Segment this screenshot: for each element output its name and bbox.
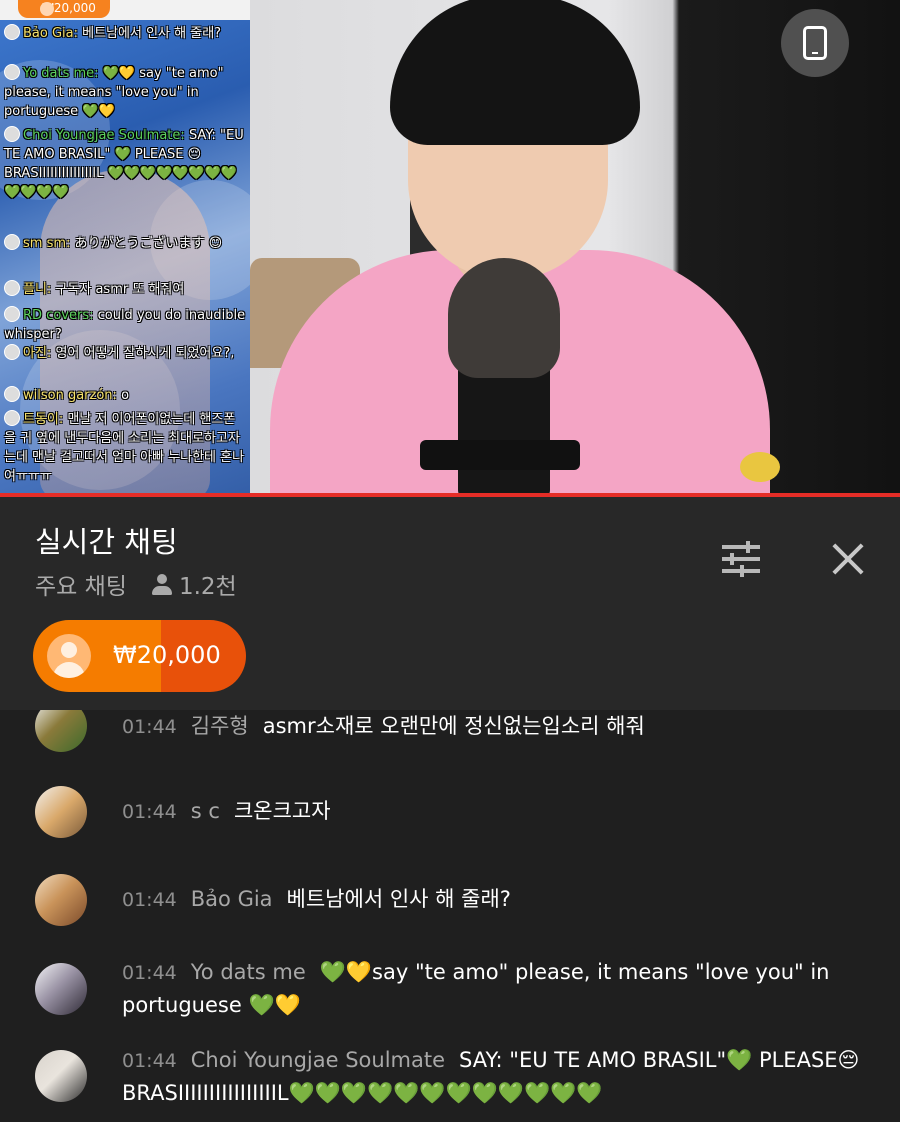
message-author[interactable]: Yo dats me bbox=[191, 960, 306, 984]
message-author[interactable]: Choi Youngjae Soulmate bbox=[191, 1048, 445, 1072]
chat-message-list[interactable]: 01:44 김주형 asmr소재로 오랜만에 정신없는입소리 해줘 01:44 s c… bbox=[0, 710, 900, 1122]
overlay-donation-bar: ₩20,000 bbox=[0, 0, 250, 20]
message-author[interactable]: s c bbox=[191, 799, 220, 823]
overlay-message: 아진: 영어 어떻게 잘하시게 되었어요?, bbox=[4, 344, 246, 363]
avatar[interactable] bbox=[35, 874, 87, 926]
chat-mode-label: 주요 채팅 bbox=[35, 574, 127, 600]
live-chat-title: 실시간 채팅 bbox=[35, 525, 178, 559]
live-chat-header: 실시간 채팅 주요 채팅 1.2천 ₩20,000 bbox=[0, 497, 900, 710]
chat-mode-selector[interactable]: 주요 채팅 1.2천 bbox=[35, 567, 237, 601]
overlay-message: Choi Youngjae Soulmate: SAY: "EU TE AMO … bbox=[4, 126, 244, 200]
avatar[interactable] bbox=[35, 1050, 87, 1102]
superchat-amount: ₩20,000 bbox=[113, 641, 221, 669]
overlay-message: 트동이: 맨날 저 이어폰이없는데 핸즈폰을 귀 옆에 낸두다음에 소리는 최대… bbox=[4, 410, 245, 484]
message-text: 베트남에서 인사 해 줄래? bbox=[286, 887, 511, 911]
viewer-icon bbox=[151, 573, 173, 595]
avatar[interactable] bbox=[35, 786, 87, 838]
rotate-phone-icon bbox=[803, 26, 827, 60]
avatar[interactable] bbox=[35, 963, 87, 1015]
close-icon[interactable] bbox=[826, 537, 870, 581]
video-overlay-chat: ₩20,000 Bảo Gia: 베트남에서 인사 해 줄래? Yo dats … bbox=[0, 0, 250, 493]
message-time: 01:44 bbox=[122, 716, 177, 738]
avatar[interactable] bbox=[35, 710, 87, 752]
message-text: 크온크고자 bbox=[233, 799, 331, 823]
overlay-message: sm sm: ありがとうございます 😊 bbox=[4, 234, 246, 253]
overlay-message: RD covers: could you do inaudible whispe… bbox=[4, 306, 246, 342]
message-time: 01:44 bbox=[122, 889, 177, 911]
overlay-donation-pill: ₩20,000 bbox=[18, 0, 110, 18]
message-time: 01:44 bbox=[122, 801, 177, 823]
message-author[interactable]: 김주형 bbox=[191, 714, 249, 738]
message-time: 01:44 bbox=[122, 1050, 177, 1072]
superchat-ticker[interactable]: ₩20,000 bbox=[33, 620, 246, 692]
viewer-count: 1.2천 bbox=[178, 574, 237, 600]
avatar bbox=[47, 634, 91, 678]
video-player[interactable]: ₩20,000 Bảo Gia: 베트남에서 인사 해 줄래? Yo dats … bbox=[0, 0, 900, 493]
overlay-message: wilson garzón: o bbox=[4, 386, 246, 405]
message-time: 01:44 bbox=[122, 962, 177, 984]
overlay-message: Bảo Gia: 베트남에서 인사 해 줄래? bbox=[4, 24, 246, 43]
message-author[interactable]: Bảo Gia bbox=[191, 887, 273, 911]
rotate-screen-button[interactable] bbox=[781, 9, 849, 77]
overlay-message: Yo dats me: 💚💛 say "te amo" please, it m… bbox=[4, 64, 224, 119]
message-text: asmr소재로 오랜만에 정신없는입소리 해줘 bbox=[262, 714, 645, 738]
overlay-message: 플니: 구독자 asmr 또 해줘여 bbox=[4, 280, 246, 299]
filter-icon[interactable] bbox=[720, 539, 764, 579]
